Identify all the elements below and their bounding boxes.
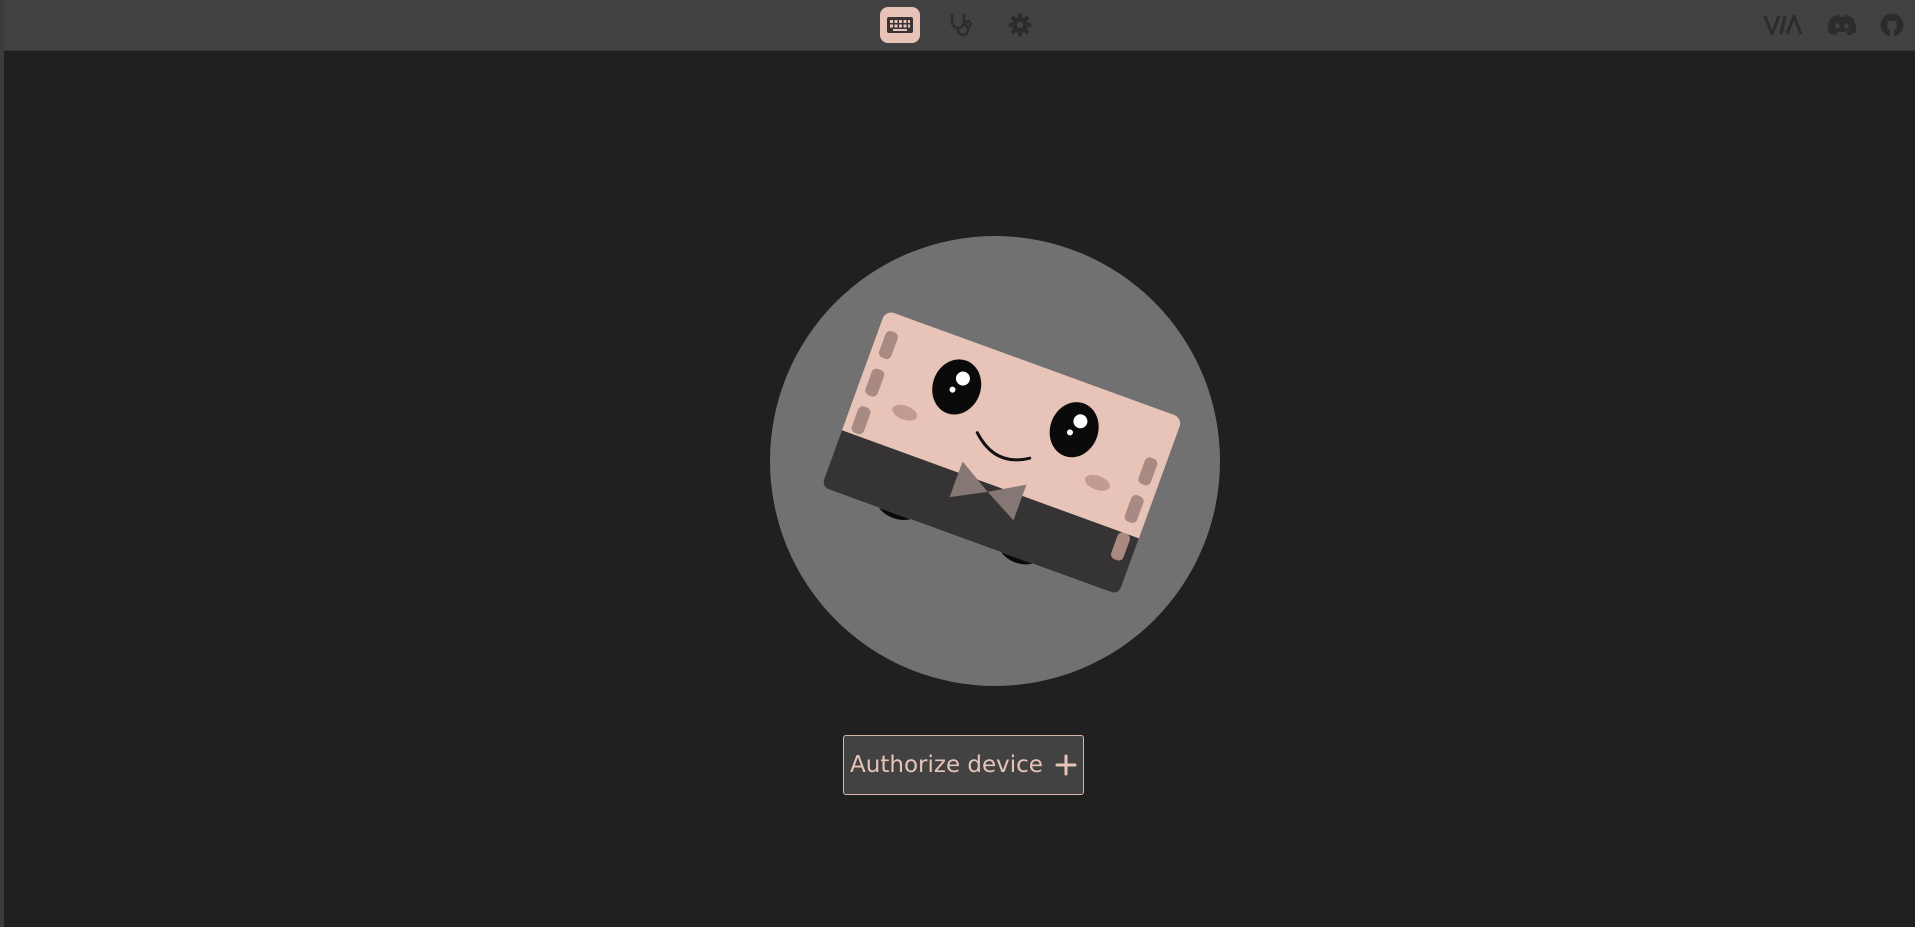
stethoscope-icon	[950, 13, 972, 37]
github-icon	[1880, 13, 1904, 37]
gear-icon	[1008, 13, 1032, 37]
discord-icon	[1827, 15, 1857, 35]
external-links	[1763, 9, 1905, 41]
discord-link[interactable]	[1827, 9, 1857, 41]
nav-test-button[interactable]	[940, 7, 980, 43]
main-menu	[880, 7, 1040, 43]
chippy-mascot-illustration	[770, 236, 1220, 686]
nav-settings-button[interactable]	[1000, 7, 1040, 43]
nav-configure-button[interactable]	[880, 7, 920, 43]
keyboard-icon	[887, 17, 913, 33]
app-window: Authorize device	[0, 0, 1915, 927]
authorize-device-button[interactable]: Authorize device	[843, 735, 1084, 795]
plus-icon	[1055, 754, 1077, 776]
via-logo-icon	[1763, 14, 1803, 36]
authorize-device-label: Authorize device	[850, 752, 1043, 778]
top-nav-bar	[4, 0, 1915, 51]
via-link[interactable]	[1763, 9, 1805, 41]
github-link[interactable]	[1879, 9, 1905, 41]
